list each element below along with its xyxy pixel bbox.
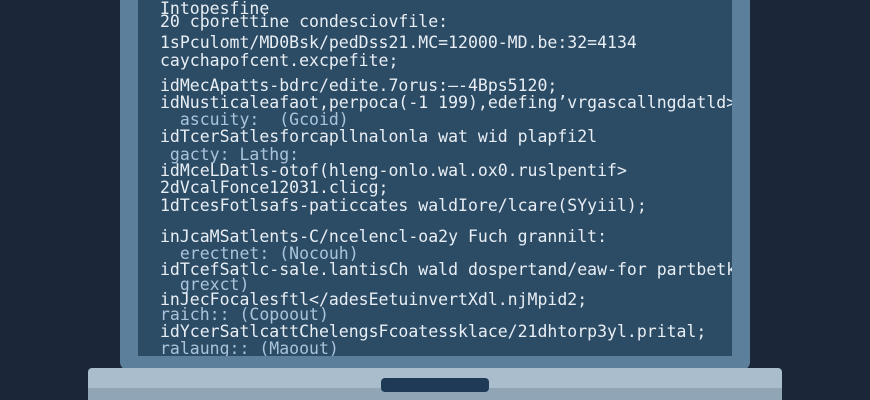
laptop-hinge-notch [381, 378, 489, 392]
code-line-8: idTcerSatlesforcapllnalonla wat wid plap… [160, 127, 598, 146]
code-line-11: 2dVcalFonce12031.clicg; [160, 178, 389, 197]
terminal-screen: Intopesfine 20 cporettine condesciovfile… [138, 0, 732, 356]
code-line-4: caychapofcent.excpefite; [160, 51, 399, 70]
code-line-3: 1sPculomt/MD0Bsk/pedDss21.MC=12000-MD.be… [160, 33, 637, 52]
code-line-12: 1dTcesFotlsafs-paticcates waldIore/lcare… [160, 196, 647, 215]
code-line-20: ralaung:: (Maoout) [160, 339, 339, 357]
laptop-illustration: Intopesfine 20 cporettine condesciovfile… [0, 0, 870, 400]
code-line-2: 20 cporettine condesciovfile: [160, 12, 449, 31]
